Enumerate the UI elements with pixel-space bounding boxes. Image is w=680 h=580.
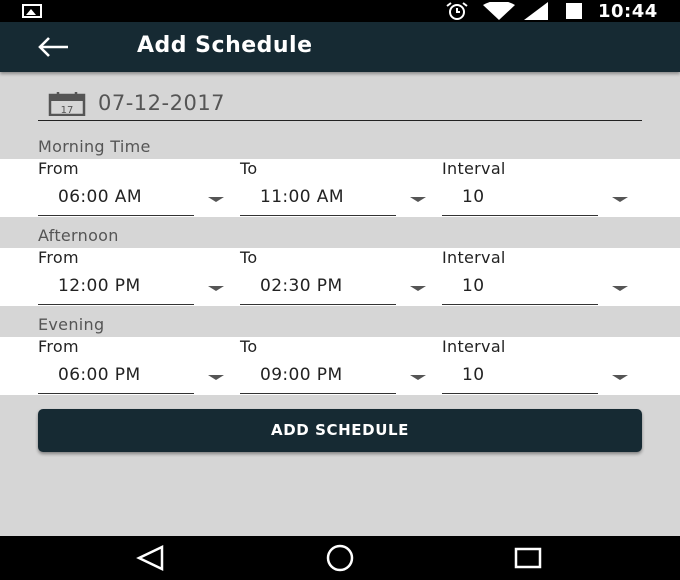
interval-label: Interval xyxy=(442,248,506,267)
picture-icon xyxy=(22,4,42,18)
dropdown-value: 02:30 PM xyxy=(260,276,343,296)
wifi-icon xyxy=(483,2,515,20)
battery-icon xyxy=(566,3,582,19)
chevron-down-icon[interactable] xyxy=(612,268,632,304)
home-circle-icon[interactable] xyxy=(323,544,357,572)
dropdown-value: 12:00 PM xyxy=(58,276,141,296)
morning-interval-dropdown[interactable]: 10 xyxy=(442,179,598,216)
from-label: From xyxy=(38,248,79,267)
chevron-down-icon[interactable] xyxy=(208,268,228,304)
to-label: To xyxy=(240,337,258,356)
evening-to-dropdown[interactable]: 09:00 PM xyxy=(240,357,396,394)
add-schedule-button[interactable]: ADD SCHEDULE xyxy=(38,409,642,452)
app-bar: Add Schedule xyxy=(0,22,680,72)
chevron-down-icon[interactable] xyxy=(208,179,228,215)
back-triangle-icon[interactable] xyxy=(134,544,168,572)
navigation-bar xyxy=(0,536,680,580)
section-label-evening: Evening xyxy=(38,315,105,334)
status-time: 10:44 xyxy=(598,1,658,22)
chevron-down-icon[interactable] xyxy=(410,179,430,215)
interval-label: Interval xyxy=(442,337,506,356)
dropdown-value: 10 xyxy=(462,187,485,207)
dropdown-value: 06:00 PM xyxy=(58,365,141,385)
morning-to-dropdown[interactable]: 11:00 AM xyxy=(240,179,396,216)
schedule-row-evening: From To Interval 06:00 PM 09:00 PM 10 xyxy=(0,337,680,395)
from-label: From xyxy=(38,337,79,356)
chevron-down-icon[interactable] xyxy=(612,357,632,393)
signal-icon xyxy=(524,2,548,20)
date-field[interactable]: 17 07-12-2017 xyxy=(38,90,642,121)
morning-from-dropdown[interactable]: 06:00 AM xyxy=(38,179,194,216)
date-value: 07-12-2017 xyxy=(98,91,226,115)
evening-from-dropdown[interactable]: 06:00 PM xyxy=(38,357,194,394)
interval-label: Interval xyxy=(442,159,506,178)
dropdown-value: 11:00 AM xyxy=(260,187,344,207)
alarm-icon xyxy=(446,2,468,20)
status-bar: 10:44 xyxy=(0,0,680,22)
afternoon-interval-dropdown[interactable]: 10 xyxy=(442,268,598,305)
from-label: From xyxy=(38,159,79,178)
recents-square-icon[interactable] xyxy=(511,544,545,572)
page-title: Add Schedule xyxy=(137,33,313,58)
calendar-icon: 17 xyxy=(48,92,86,116)
to-label: To xyxy=(240,248,258,267)
schedule-row-afternoon: From To Interval 12:00 PM 02:30 PM 10 xyxy=(0,248,680,306)
chevron-down-icon[interactable] xyxy=(410,357,430,393)
arrow-left-icon[interactable] xyxy=(36,35,70,59)
to-label: To xyxy=(240,159,258,178)
schedule-row-morning: From To Interval 06:00 AM 11:00 AM 10 xyxy=(0,159,680,217)
dropdown-value: 10 xyxy=(462,365,485,385)
chevron-down-icon[interactable] xyxy=(410,268,430,304)
section-label-morning: Morning Time xyxy=(38,137,151,156)
afternoon-from-dropdown[interactable]: 12:00 PM xyxy=(38,268,194,305)
chevron-down-icon[interactable] xyxy=(208,357,228,393)
afternoon-to-dropdown[interactable]: 02:30 PM xyxy=(240,268,396,305)
section-label-afternoon: Afternoon xyxy=(38,226,119,245)
dropdown-value: 09:00 PM xyxy=(260,365,343,385)
chevron-down-icon[interactable] xyxy=(612,179,632,215)
evening-interval-dropdown[interactable]: 10 xyxy=(442,357,598,394)
dropdown-value: 10 xyxy=(462,276,485,296)
dropdown-value: 06:00 AM xyxy=(58,187,142,207)
svg-text:17: 17 xyxy=(61,105,74,116)
